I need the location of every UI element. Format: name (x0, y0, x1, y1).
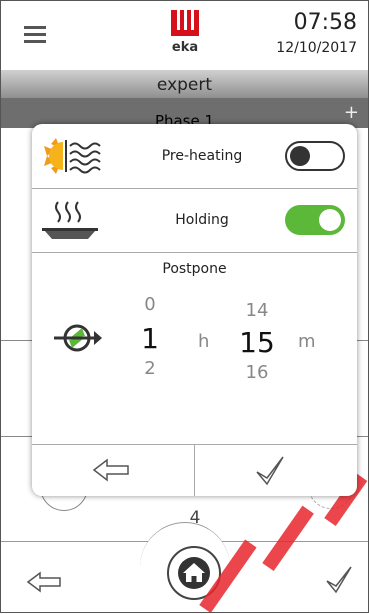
screen-frame (0, 0, 369, 613)
